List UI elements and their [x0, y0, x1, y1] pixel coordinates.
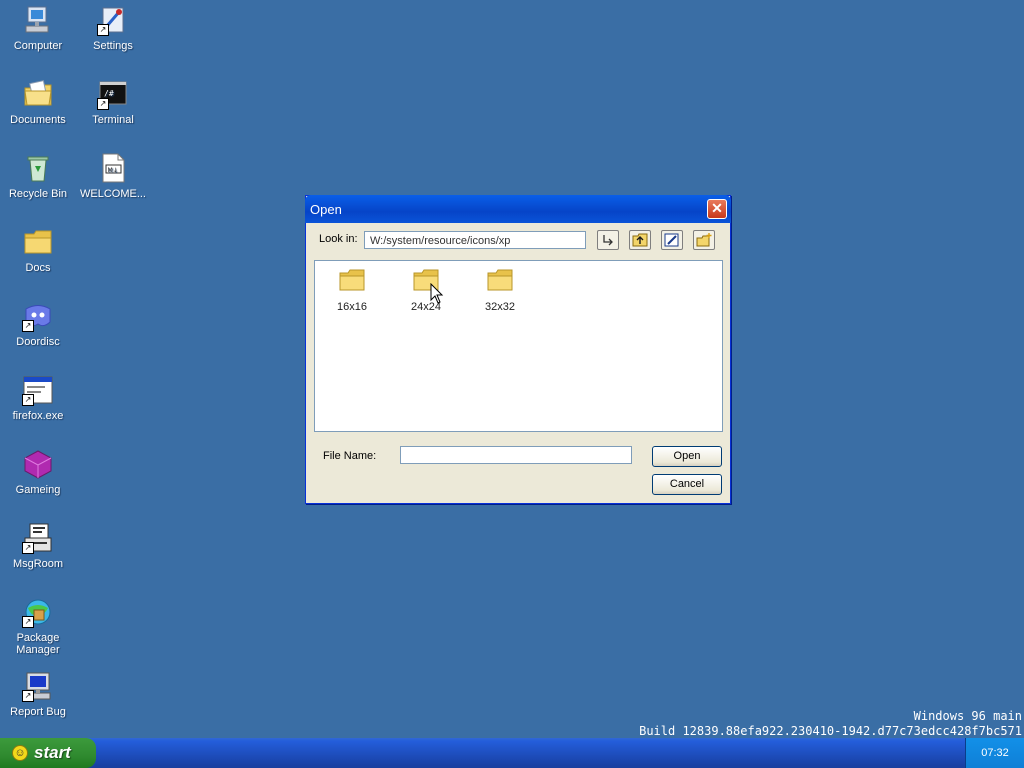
- start-button[interactable]: ☺ start: [0, 738, 96, 768]
- desktop-icon-label: Settings: [93, 40, 133, 52]
- desktop-icon-computer[interactable]: Computer: [1, 4, 75, 52]
- shortcut-arrow-icon: ↗: [22, 542, 34, 554]
- up-folder-button[interactable]: [629, 230, 651, 250]
- desktop-icon-label: Gameing: [15, 484, 61, 496]
- shortcut-arrow-icon: ↗: [22, 320, 34, 332]
- desktop-icon-label: Documents: [10, 114, 66, 126]
- markdown-file-icon: M↓: [97, 152, 129, 184]
- enter-arrow-icon: [603, 235, 613, 246]
- msgroom-icon: ↗: [22, 522, 54, 554]
- close-button[interactable]: ✕: [707, 199, 727, 219]
- desktop-icon-label: Package Manager: [16, 632, 60, 656]
- desktop-icon-package-manager[interactable]: ↗ Package Manager: [1, 596, 75, 656]
- mouse-cursor-icon: [430, 283, 444, 304]
- file-item-name: 16x16: [337, 301, 367, 313]
- build-string: Build 12839.88efa922.230410-1942.d77c73e…: [639, 724, 1022, 738]
- edit-icon: [664, 233, 679, 247]
- game-cube-icon: [22, 448, 54, 480]
- desktop-icon-recycle-bin[interactable]: Recycle Bin: [1, 152, 75, 200]
- dialog-titlebar[interactable]: Open ✕: [305, 195, 731, 223]
- desktop-icon-doordisc[interactable]: ↗ Doordisc: [1, 300, 75, 348]
- file-item-name: 24x24: [411, 301, 441, 313]
- svg-text:/#: /#: [104, 89, 114, 98]
- os-name: Windows 96 main: [913, 709, 1022, 723]
- computer-icon: [22, 4, 54, 36]
- desktop-icon-welcome[interactable]: M↓ WELCOME...: [76, 152, 150, 200]
- file-list-pane[interactable]: 16x16 24x24 32x32: [314, 260, 723, 432]
- svg-text:M↓: M↓: [108, 167, 118, 174]
- file-item-folder[interactable]: 16x16: [322, 267, 382, 313]
- folder-up-icon: [632, 233, 648, 247]
- go-button[interactable]: [597, 230, 619, 250]
- desktop-icon-label: Docs: [25, 262, 51, 274]
- desktop-icon-documents[interactable]: Documents: [1, 78, 75, 126]
- desktop-icon-msgroom[interactable]: ↗ MsgRoom: [1, 522, 75, 570]
- file-item-name: 32x32: [485, 301, 515, 313]
- desktop-icon-label: WELCOME...: [79, 188, 146, 200]
- desktop-icon-firefox[interactable]: ↗ firefox.exe: [1, 374, 75, 422]
- file-name-label: File Name:: [323, 450, 377, 462]
- folder-icon: [487, 269, 513, 291]
- dialog-title: Open: [310, 202, 342, 217]
- documents-folder-icon: [22, 78, 54, 110]
- file-item-folder[interactable]: 24x24: [396, 267, 456, 313]
- shortcut-arrow-icon: ↗: [97, 24, 109, 36]
- doordisc-icon: ↗: [22, 300, 54, 332]
- shortcut-arrow-icon: ↗: [22, 394, 34, 406]
- rename-button[interactable]: [661, 230, 683, 250]
- new-folder-button[interactable]: [693, 230, 715, 250]
- look-in-path-field[interactable]: W:/system/resource/icons/xp: [364, 231, 586, 249]
- cancel-button[interactable]: Cancel: [652, 474, 722, 495]
- system-tray-clock[interactable]: 07:32: [965, 738, 1024, 768]
- open-dialog[interactable]: Open ✕ Look in: W:/system/resource/icons…: [305, 195, 731, 504]
- terminal-icon: /# ↗: [97, 78, 129, 110]
- shortcut-arrow-icon: ↗: [22, 616, 34, 628]
- desktop-icon-label: Terminal: [92, 114, 134, 126]
- folder-icon: [339, 269, 365, 291]
- taskbar: ☺ start 07:32: [0, 738, 1024, 768]
- report-bug-icon: ↗: [22, 670, 54, 702]
- desktop-icon-label: Computer: [13, 40, 63, 52]
- look-in-label: Look in:: [319, 233, 358, 245]
- desktop-icon-label: Recycle Bin: [8, 188, 68, 200]
- new-folder-icon: [696, 233, 712, 247]
- open-button[interactable]: Open: [652, 446, 722, 467]
- desktop-icon-gameing[interactable]: Gameing: [1, 448, 75, 496]
- shortcut-arrow-icon: ↗: [97, 98, 109, 110]
- desktop-icon-label: Report Bug: [10, 706, 66, 718]
- close-icon: ✕: [711, 200, 723, 216]
- desktop-icon-label: Doordisc: [16, 336, 60, 348]
- folder-icon: [22, 226, 54, 258]
- settings-icon: ↗: [97, 4, 129, 36]
- desktop-icon-settings[interactable]: ↗ Settings: [76, 4, 150, 52]
- desktop-icon-report-bug[interactable]: ↗ Report Bug: [1, 670, 75, 718]
- build-info: Windows 96 main Build 12839.88efa922.230…: [639, 709, 1022, 739]
- desktop-icon-label: MsgRoom: [12, 558, 64, 570]
- smiley-icon: ☺: [12, 745, 28, 761]
- recycle-bin-icon: [22, 152, 54, 184]
- package-manager-icon: ↗: [22, 596, 54, 628]
- shortcut-arrow-icon: ↗: [22, 690, 34, 702]
- desktop-icon-docs[interactable]: Docs: [1, 226, 75, 274]
- application-window-icon: ↗: [22, 374, 54, 406]
- desktop-icon-terminal[interactable]: /# ↗ Terminal: [76, 78, 150, 126]
- file-item-folder[interactable]: 32x32: [470, 267, 530, 313]
- start-label: start: [34, 743, 71, 762]
- desktop-icon-label: firefox.exe: [12, 410, 64, 422]
- file-name-input[interactable]: [400, 446, 632, 464]
